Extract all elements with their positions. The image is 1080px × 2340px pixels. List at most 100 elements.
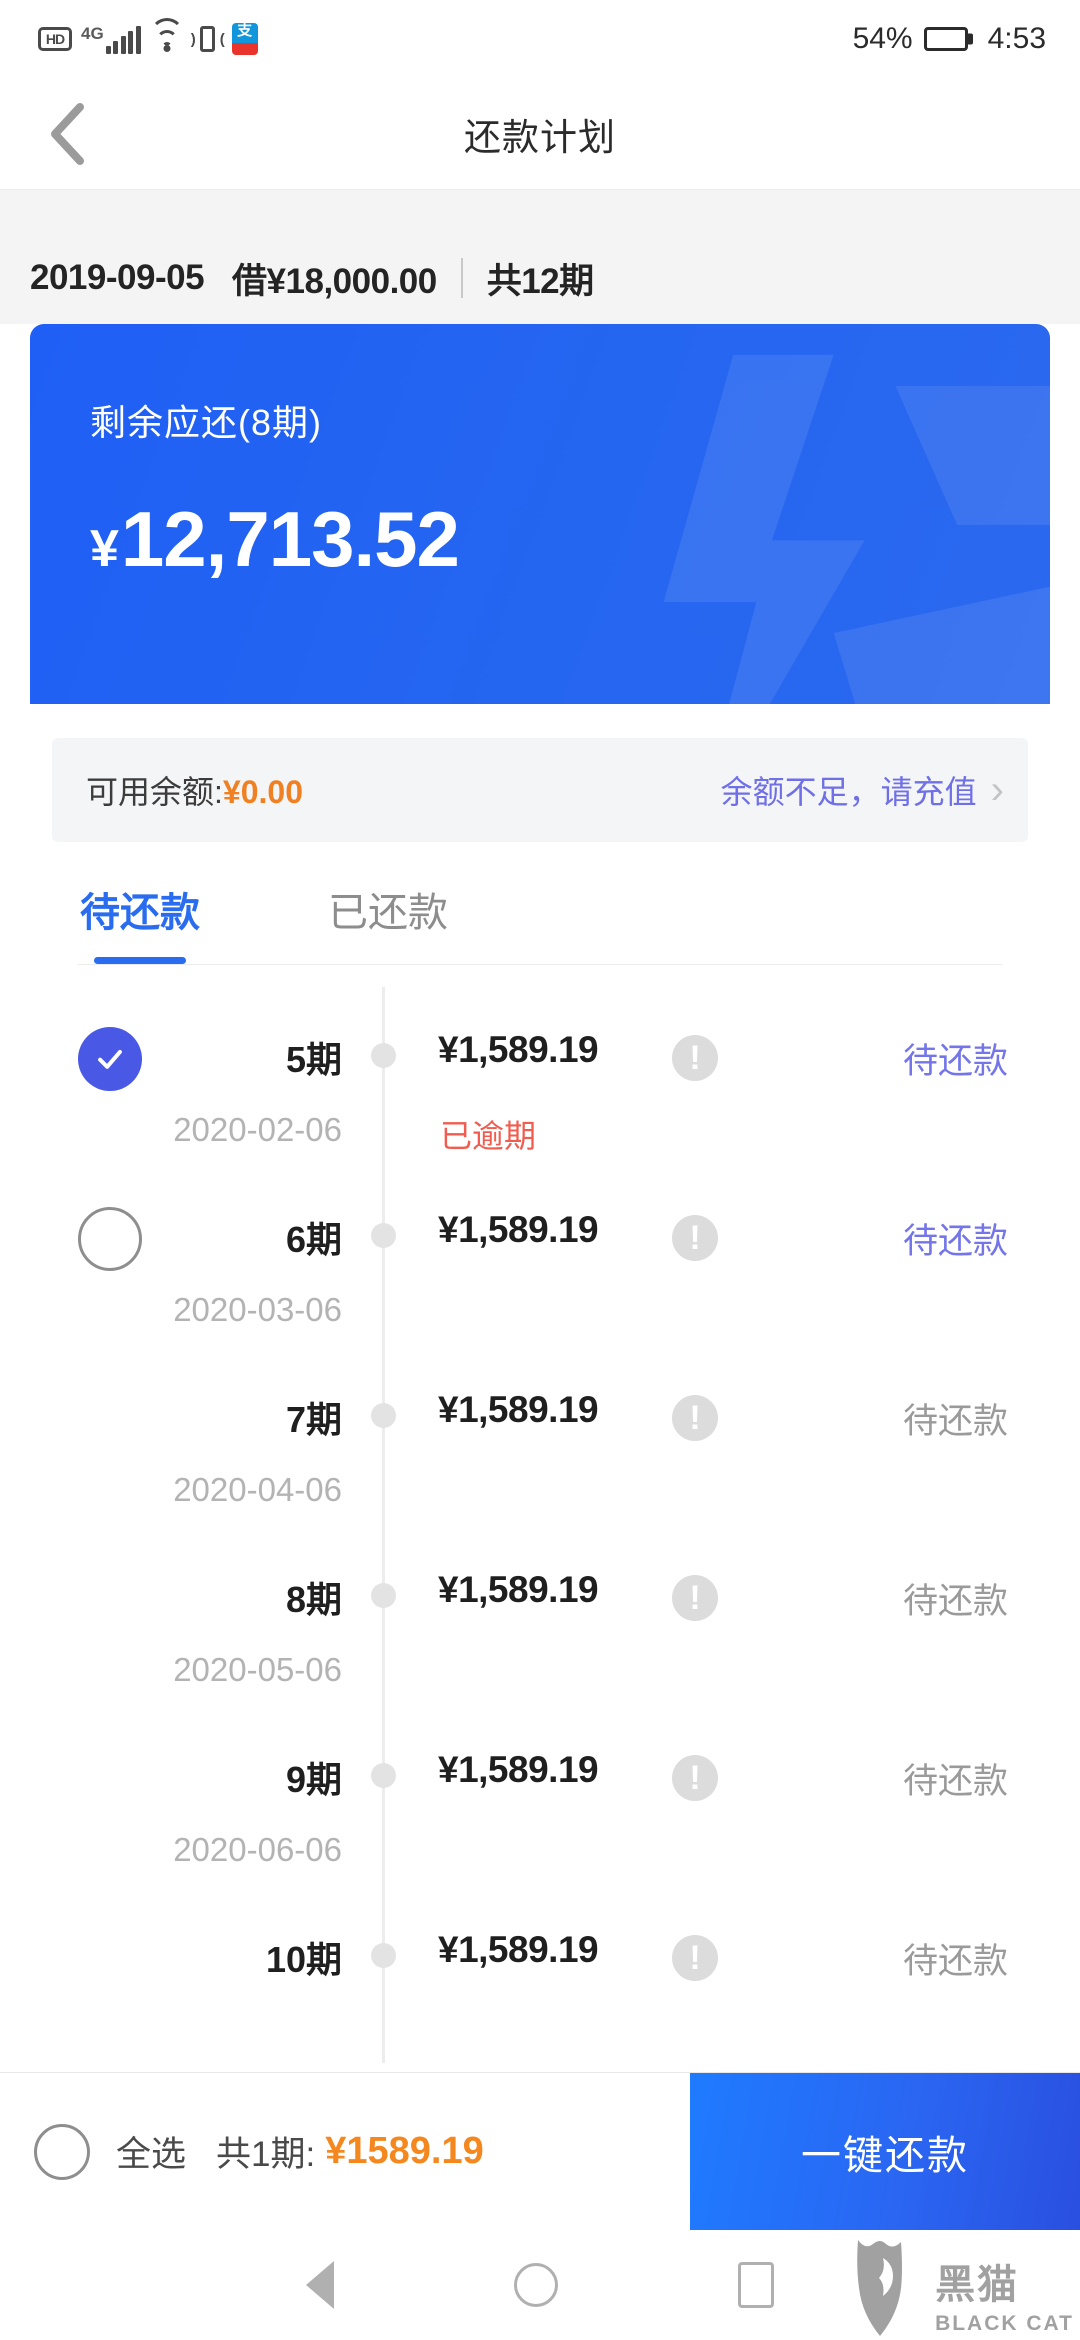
nav-back-icon[interactable] — [306, 2261, 334, 2309]
timeline-dot-icon — [371, 1583, 396, 1608]
row-status: 待还款 — [902, 1582, 1008, 1621]
header-spacer — [0, 190, 1080, 232]
row-select-checkbox[interactable] — [78, 1207, 142, 1271]
row-date: 2020-03-06 — [173, 1291, 342, 1328]
select-all-group[interactable]: 全选 共1期: ¥1589.19 — [0, 2123, 690, 2180]
watermark-cn: 黑猫 — [935, 2263, 1020, 2307]
loan-terms: 共12期 — [486, 261, 594, 301]
battery-percent: 54% — [852, 22, 913, 55]
table-row[interactable]: 9期 2020-06-06 ¥1,589.19 ! 待还款 — [0, 1703, 1080, 1883]
4g-signal-icon: 4G — [81, 25, 141, 54]
row-status: 待还款 — [902, 1402, 1008, 1441]
network-type-label: 4G — [81, 23, 104, 43]
timeline-dot-icon — [371, 1403, 396, 1428]
one-click-repay-button[interactable]: 一键还款 — [690, 2072, 1080, 2231]
status-bar-right: 54% 4:53 — [853, 22, 1046, 56]
row-status: 待还款 — [902, 1222, 1008, 1261]
total-label: 共1期: — [216, 2135, 316, 2174]
recharge-link-group[interactable]: 余额不足，请充值 › — [721, 767, 1004, 813]
tab-pending[interactable]: 待还款 — [80, 880, 200, 964]
watermark: 黑猫 BLACK CAT — [853, 2240, 1074, 2336]
total-amount: ¥1589.19 — [325, 2130, 484, 2172]
watermark-en: BLACK CAT — [935, 2312, 1074, 2335]
info-icon[interactable]: ! — [672, 1035, 718, 1081]
recharge-link[interactable]: 余额不足，请充值 — [721, 767, 977, 813]
available-balance-label: 可用余额: — [86, 774, 223, 810]
table-row[interactable]: 7期 2020-04-06 ¥1,589.19 ! 待还款 — [0, 1343, 1080, 1523]
info-icon[interactable]: ! — [672, 1755, 718, 1801]
chevron-right-icon: › — [990, 768, 1004, 812]
row-term: 8期 — [285, 1579, 342, 1620]
row-date: 2020-05-06 — [173, 1651, 342, 1688]
table-row[interactable]: 5期 2020-02-06 ¥1,589.19 ! 已逾期 待还款 — [0, 983, 1080, 1163]
row-status: 待还款 — [902, 1942, 1008, 1981]
page-title: 还款计划 — [464, 116, 616, 158]
available-balance-value: ¥0.00 — [222, 774, 303, 810]
row-amount: ¥1,589.19 — [438, 1569, 599, 1610]
balance-wrapper: 可用余额:¥0.00 余额不足，请充值 › — [0, 704, 1080, 842]
status-bar: HD 4G )( 支 54% 4:53 — [0, 0, 1080, 78]
row-term: 7期 — [285, 1399, 342, 1440]
remaining-card-wrapper: 剩余应还(8期) ¥ 12,713.52 — [0, 324, 1080, 704]
row-overdue-badge: 已逾期 — [440, 1118, 537, 1154]
table-row[interactable]: 6期 2020-03-06 ¥1,589.19 ! 待还款 — [0, 1163, 1080, 1343]
repayment-tabs: 待还款 已还款 — [0, 842, 1080, 964]
row-term: 10期 — [265, 1939, 342, 1980]
timeline-dot-icon — [371, 1763, 396, 1788]
loan-date: 2019-09-05 — [30, 258, 205, 297]
table-row[interactable]: 8期 2020-05-06 ¥1,589.19 ! 待还款 — [0, 1523, 1080, 1703]
available-balance: 可用余额:¥0.00 — [86, 767, 303, 813]
signal-bars-icon — [105, 25, 141, 54]
remaining-due-amount: ¥ 12,713.52 — [90, 494, 1050, 585]
bottom-action-bar: 全选 共1期: ¥1589.19 一键还款 — [0, 2072, 1080, 2231]
row-amount: ¥1,589.19 — [438, 1749, 599, 1790]
watermark-text: 黑猫 BLACK CAT — [935, 2265, 1074, 2336]
table-row[interactable]: 10期 ¥1,589.19 ! 待还款 — [0, 1883, 1080, 2063]
repayment-schedule-list: 5期 2020-02-06 ¥1,589.19 ! 已逾期 待还款 6期 202… — [0, 965, 1080, 2063]
row-amount: ¥1,589.19 — [438, 1209, 599, 1250]
info-icon[interactable]: ! — [672, 1215, 718, 1261]
info-icon[interactable]: ! — [672, 1935, 718, 1981]
remaining-due-label: 剩余应还(8期) — [90, 402, 322, 443]
row-date: 2020-02-06 — [173, 1111, 342, 1148]
nav-recents-icon[interactable] — [738, 2262, 774, 2308]
battery-icon — [923, 27, 968, 51]
row-date: 2020-04-06 — [173, 1471, 342, 1508]
check-icon — [98, 1049, 122, 1069]
loan-summary: 2019-09-05 借¥18,000.00 共12期 — [0, 232, 1080, 324]
summary-divider — [460, 258, 463, 298]
select-all-label: 全选 — [116, 2135, 187, 2174]
row-term: 5期 — [285, 1039, 342, 1080]
amount-value: 12,713.52 — [120, 495, 460, 583]
clock: 4:53 — [987, 22, 1046, 55]
row-status: 待还款 — [902, 1762, 1008, 1801]
row-amount: ¥1,589.19 — [438, 1029, 599, 1070]
select-all-checkbox[interactable] — [34, 2123, 90, 2180]
currency-symbol: ¥ — [90, 520, 119, 578]
row-term: 9期 — [285, 1759, 342, 1800]
title-bar: 还款计划 — [0, 78, 1080, 190]
row-status: 待还款 — [902, 1042, 1008, 1081]
info-icon[interactable]: ! — [672, 1395, 718, 1441]
nav-home-icon[interactable] — [514, 2263, 558, 2307]
black-cat-logo-icon — [857, 2240, 903, 2336]
hd-icon: HD — [38, 27, 72, 51]
available-balance-bar[interactable]: 可用余额:¥0.00 余额不足，请充值 › — [52, 738, 1028, 842]
loan-principal: 借¥18,000.00 — [232, 261, 437, 301]
android-nav-bar: 黑猫 BLACK CAT — [0, 2230, 1080, 2340]
timeline-dot-icon — [371, 1943, 396, 1968]
row-amount: ¥1,589.19 — [438, 1929, 599, 1970]
wifi-icon — [149, 18, 184, 52]
tab-repaid[interactable]: 已还款 — [328, 880, 448, 964]
vibrate-icon: )( — [191, 24, 225, 54]
alipay-icon: 支 — [231, 23, 258, 55]
row-select-checkbox[interactable] — [78, 1027, 142, 1091]
timeline-dot-icon — [371, 1223, 396, 1248]
back-chevron-icon — [51, 102, 84, 165]
status-bar-left-icons: HD 4G )( 支 — [38, 18, 258, 55]
row-amount: ¥1,589.19 — [438, 1389, 599, 1430]
row-date: 2020-06-06 — [173, 1831, 342, 1868]
row-term: 6期 — [285, 1219, 342, 1260]
back-button[interactable] — [30, 97, 104, 171]
info-icon[interactable]: ! — [672, 1575, 718, 1621]
